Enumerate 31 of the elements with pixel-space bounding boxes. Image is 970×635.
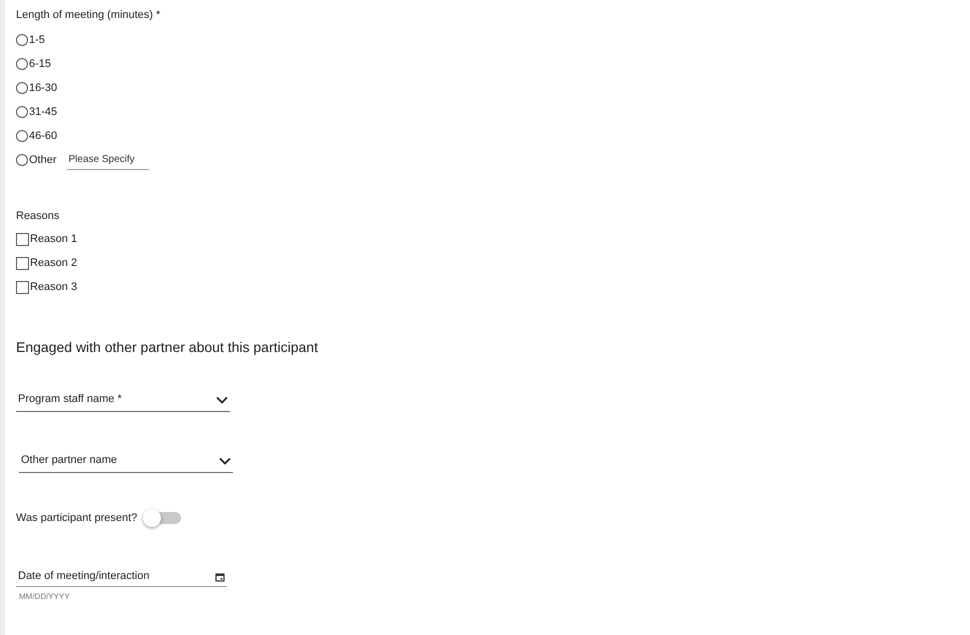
calendar-icon bbox=[215, 572, 225, 582]
radio-button[interactable] bbox=[16, 82, 28, 94]
radio-option[interactable]: 1-5 bbox=[16, 32, 45, 48]
dropdown-field[interactable]: Program staff name * bbox=[16, 388, 230, 412]
specify-field[interactable]: Please Specify bbox=[66, 150, 149, 170]
chevron-down-icon bbox=[219, 456, 231, 464]
toggle-switch[interactable] bbox=[143, 509, 182, 527]
date-hint: MM/DD/YYYY bbox=[19, 591, 71, 603]
dropdown-field[interactable]: Other partner name bbox=[19, 449, 233, 473]
checkbox[interactable] bbox=[16, 232, 29, 246]
checkbox[interactable] bbox=[16, 256, 29, 270]
chevron-down-icon bbox=[216, 396, 228, 404]
radio-option[interactable]: 46-60 bbox=[16, 128, 58, 144]
field-label: Reasons bbox=[16, 209, 60, 224]
radio-button[interactable] bbox=[16, 106, 28, 118]
radio-button[interactable] bbox=[16, 154, 28, 166]
radio-option[interactable]: 16-30 bbox=[16, 80, 58, 96]
radio-button[interactable] bbox=[16, 58, 28, 70]
field-label: Length of meeting (minutes) * bbox=[16, 8, 162, 23]
checkbox-option[interactable]: Reason 1 bbox=[16, 227, 318, 251]
radio-option[interactable]: Other bbox=[16, 152, 57, 168]
checkbox[interactable] bbox=[16, 280, 29, 294]
section-heading: Engaged with other partner about this participant bbox=[16, 338, 318, 357]
checkbox-option[interactable]: Reason 3 bbox=[16, 275, 318, 299]
checkbox-option[interactable]: Reason 2 bbox=[16, 251, 318, 275]
radio-button[interactable] bbox=[16, 130, 28, 142]
radio-option[interactable]: 6-15 bbox=[16, 56, 52, 72]
date-field[interactable]: Date of meeting/interaction bbox=[16, 567, 227, 587]
radio-button[interactable] bbox=[16, 34, 28, 46]
toggle-label: Was participant present? bbox=[16, 510, 138, 526]
radio-option[interactable]: 31-45 bbox=[16, 104, 58, 120]
